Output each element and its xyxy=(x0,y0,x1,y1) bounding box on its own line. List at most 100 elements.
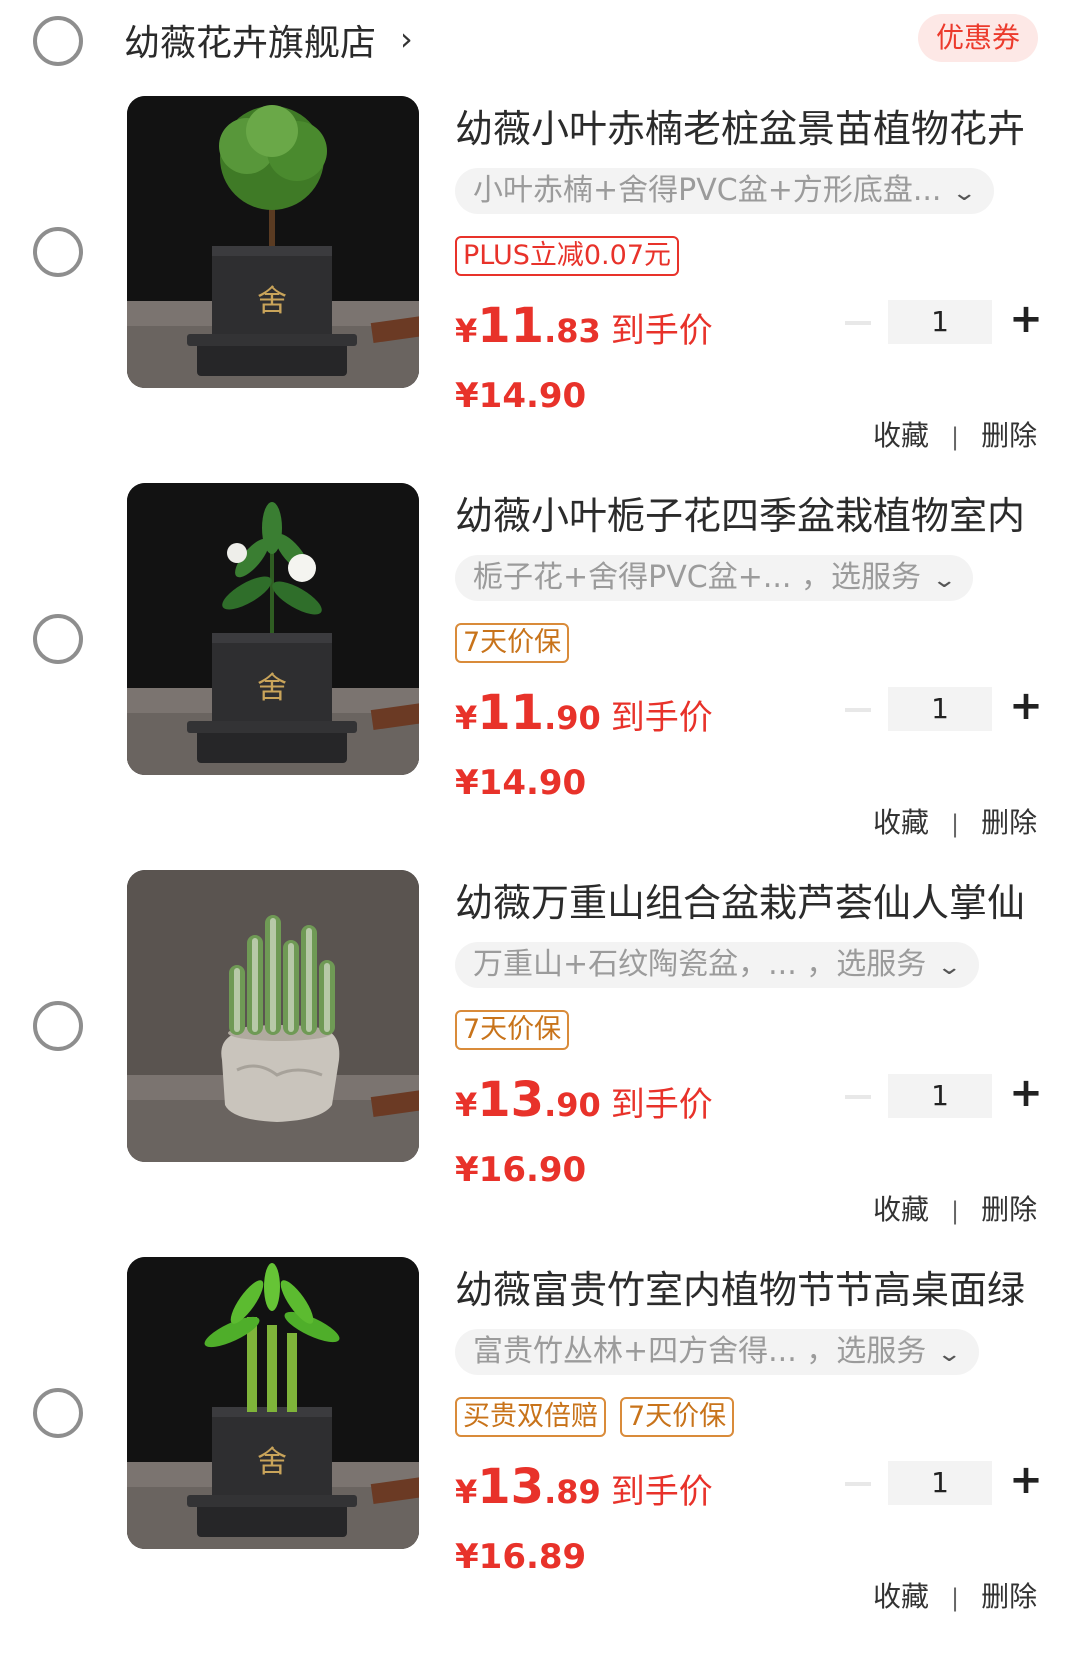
currency-symbol: ¥ xyxy=(455,1086,478,1124)
price-label: 到手价 xyxy=(610,1472,713,1512)
price-label: 到手价 xyxy=(610,698,713,738)
price-integer: 11 xyxy=(477,685,545,741)
product-thumbnail[interactable]: 舍 xyxy=(127,1257,419,1549)
currency-symbol: ¥ xyxy=(455,699,478,737)
price-integer: 11 xyxy=(477,298,545,354)
cart-item: 舍 幼薇小叶赤楠老桩盆景苗植物花卉小叶赤楠+舍得PVC盆+方形底盘... ⌄ PLUS… xyxy=(0,96,1088,509)
product-image: 舍 xyxy=(127,1257,419,1549)
original-price: ¥14.90 xyxy=(455,763,587,803)
product-thumbnail[interactable] xyxy=(127,870,419,1162)
sku-text: 万重山+石纹陶瓷盆，... ，选服务 xyxy=(473,947,927,982)
price-integer: 13 xyxy=(477,1072,545,1128)
product-title[interactable]: 幼薇富贵竹室内植物节节高桌面绿 xyxy=(455,1259,1055,1314)
product-image: 舍 xyxy=(127,483,419,775)
sku-selector[interactable]: 万重山+石纹陶瓷盆，... ，选服务 ⌄ xyxy=(455,942,979,988)
product-image: 舍 xyxy=(127,96,419,388)
quantity-input[interactable]: 1 xyxy=(888,1074,992,1118)
currency-symbol: ¥ xyxy=(455,1473,478,1511)
promo-tag: 7天价保 xyxy=(620,1397,735,1437)
product-thumbnail[interactable]: 舍 xyxy=(127,96,419,388)
favorite-button[interactable]: 收藏 xyxy=(873,1193,929,1226)
chevron-down-icon: ⌄ xyxy=(936,1342,963,1367)
final-price: ¥13.90 到手价 xyxy=(455,1072,713,1128)
minus-icon[interactable] xyxy=(845,708,871,712)
original-price: ¥16.90 xyxy=(455,1150,587,1190)
item-select-radio[interactable] xyxy=(33,614,83,664)
final-price: ¥11.90 到手价 xyxy=(455,685,713,741)
delete-button[interactable]: 删除 xyxy=(981,1193,1037,1226)
promo-tags: 7天价保 xyxy=(455,1010,583,1050)
cart-item: 舍 幼薇富贵竹室内植物节节高桌面绿富贵竹丛林+四方舍得... ，选服务 ⌄ 买贵双倍赔… xyxy=(0,1257,1088,1670)
product-image xyxy=(127,870,419,1162)
price-label: 到手价 xyxy=(610,311,713,351)
price-decimal: .90 xyxy=(544,1086,601,1124)
svg-text:舍: 舍 xyxy=(257,671,287,706)
item-actions: 收藏 | 删除 xyxy=(873,1575,1037,1615)
sku-text: 小叶赤楠+舍得PVC盆+方形底盘... xyxy=(473,173,942,208)
item-actions: 收藏 | 删除 xyxy=(873,414,1037,454)
svg-text:舍: 舍 xyxy=(257,284,287,319)
original-price: ¥14.90 xyxy=(455,376,587,416)
sku-text: 栀子花+舍得PVC盆+... ，选服务 xyxy=(473,560,921,595)
item-actions: 收藏 | 删除 xyxy=(873,1188,1037,1228)
cart-item: 舍 幼薇小叶栀子花四季盆栽植物室内栀子花+舍得PVC盆+... ，选服务 ⌄ 7天价保… xyxy=(0,483,1088,896)
divider: | xyxy=(951,423,960,451)
plus-icon[interactable]: + xyxy=(1006,1455,1046,1505)
price-label: 到手价 xyxy=(610,1085,713,1125)
divider: | xyxy=(951,1584,960,1612)
plus-icon[interactable]: + xyxy=(1006,1068,1046,1118)
quantity-input[interactable]: 1 xyxy=(888,1461,992,1505)
minus-icon[interactable] xyxy=(845,1095,871,1099)
product-thumbnail[interactable]: 舍 xyxy=(127,483,419,775)
price-decimal: .89 xyxy=(544,1473,601,1511)
cart-item: 幼薇万重山组合盆栽芦荟仙人掌仙万重山+石纹陶瓷盆，... ，选服务 ⌄ 7天价保 ¥1… xyxy=(0,870,1088,1283)
minus-icon[interactable] xyxy=(845,321,871,325)
sku-selector[interactable]: 栀子花+舍得PVC盆+... ，选服务 ⌄ xyxy=(455,555,974,601)
chevron-down-icon: ⌄ xyxy=(936,955,963,980)
divider: | xyxy=(951,810,960,838)
original-price: ¥16.89 xyxy=(455,1537,587,1577)
promo-tag: 买贵双倍赔 xyxy=(455,1397,606,1437)
price-decimal: .83 xyxy=(544,312,601,350)
price-decimal: .90 xyxy=(544,699,601,737)
product-title[interactable]: 幼薇万重山组合盆栽芦荟仙人掌仙 xyxy=(455,872,1055,927)
product-title[interactable]: 幼薇小叶赤楠老桩盆景苗植物花卉 xyxy=(455,98,1055,153)
plus-icon[interactable]: + xyxy=(1006,294,1046,344)
minus-icon[interactable] xyxy=(845,1482,871,1486)
sku-text: 富贵竹丛林+四方舍得... ，选服务 xyxy=(473,1334,927,1369)
store-name[interactable]: 幼薇花卉旗舰店 xyxy=(124,14,376,66)
product-title[interactable]: 幼薇小叶栀子花四季盆栽植物室内 xyxy=(455,485,1055,540)
currency-symbol: ¥ xyxy=(455,312,478,350)
delete-button[interactable]: 删除 xyxy=(981,806,1037,839)
chevron-down-icon: ⌄ xyxy=(931,568,958,593)
quantity-input[interactable]: 1 xyxy=(888,687,992,731)
promo-tag: 7天价保 xyxy=(455,623,570,663)
favorite-button[interactable]: 收藏 xyxy=(873,806,929,839)
quantity-input[interactable]: 1 xyxy=(888,300,992,344)
sku-selector[interactable]: 小叶赤楠+舍得PVC盆+方形底盘... ⌄ xyxy=(455,168,994,214)
price-integer: 13 xyxy=(477,1459,545,1515)
item-select-radio[interactable] xyxy=(33,227,83,277)
promo-tags: 7天价保 xyxy=(455,623,583,663)
svg-text:舍: 舍 xyxy=(257,1445,287,1480)
coupon-button[interactable]: 优惠券 xyxy=(918,14,1038,62)
store-select-radio[interactable] xyxy=(33,16,83,66)
delete-button[interactable]: 删除 xyxy=(981,1580,1037,1613)
favorite-button[interactable]: 收藏 xyxy=(873,419,929,452)
delete-button[interactable]: 删除 xyxy=(981,419,1037,452)
final-price: ¥13.89 到手价 xyxy=(455,1459,713,1515)
divider: | xyxy=(951,1197,960,1225)
final-price: ¥11.83 到手价 xyxy=(455,298,713,354)
promo-tags: PLUS立减0.07元 xyxy=(455,236,693,276)
store-header: 幼薇花卉旗舰店 › 优惠券 xyxy=(0,0,1088,84)
plus-icon[interactable]: + xyxy=(1006,681,1046,731)
item-select-radio[interactable] xyxy=(33,1388,83,1438)
favorite-button[interactable]: 收藏 xyxy=(873,1580,929,1613)
item-select-radio[interactable] xyxy=(33,1001,83,1051)
promo-tags: 买贵双倍赔 7天价保 xyxy=(455,1397,748,1437)
promo-tag: 7天价保 xyxy=(455,1010,570,1050)
promo-tag: PLUS立减0.07元 xyxy=(455,236,679,276)
chevron-down-icon: ⌄ xyxy=(951,181,978,206)
sku-selector[interactable]: 富贵竹丛林+四方舍得... ，选服务 ⌄ xyxy=(455,1329,979,1375)
store-chevron-icon[interactable]: › xyxy=(400,20,413,58)
